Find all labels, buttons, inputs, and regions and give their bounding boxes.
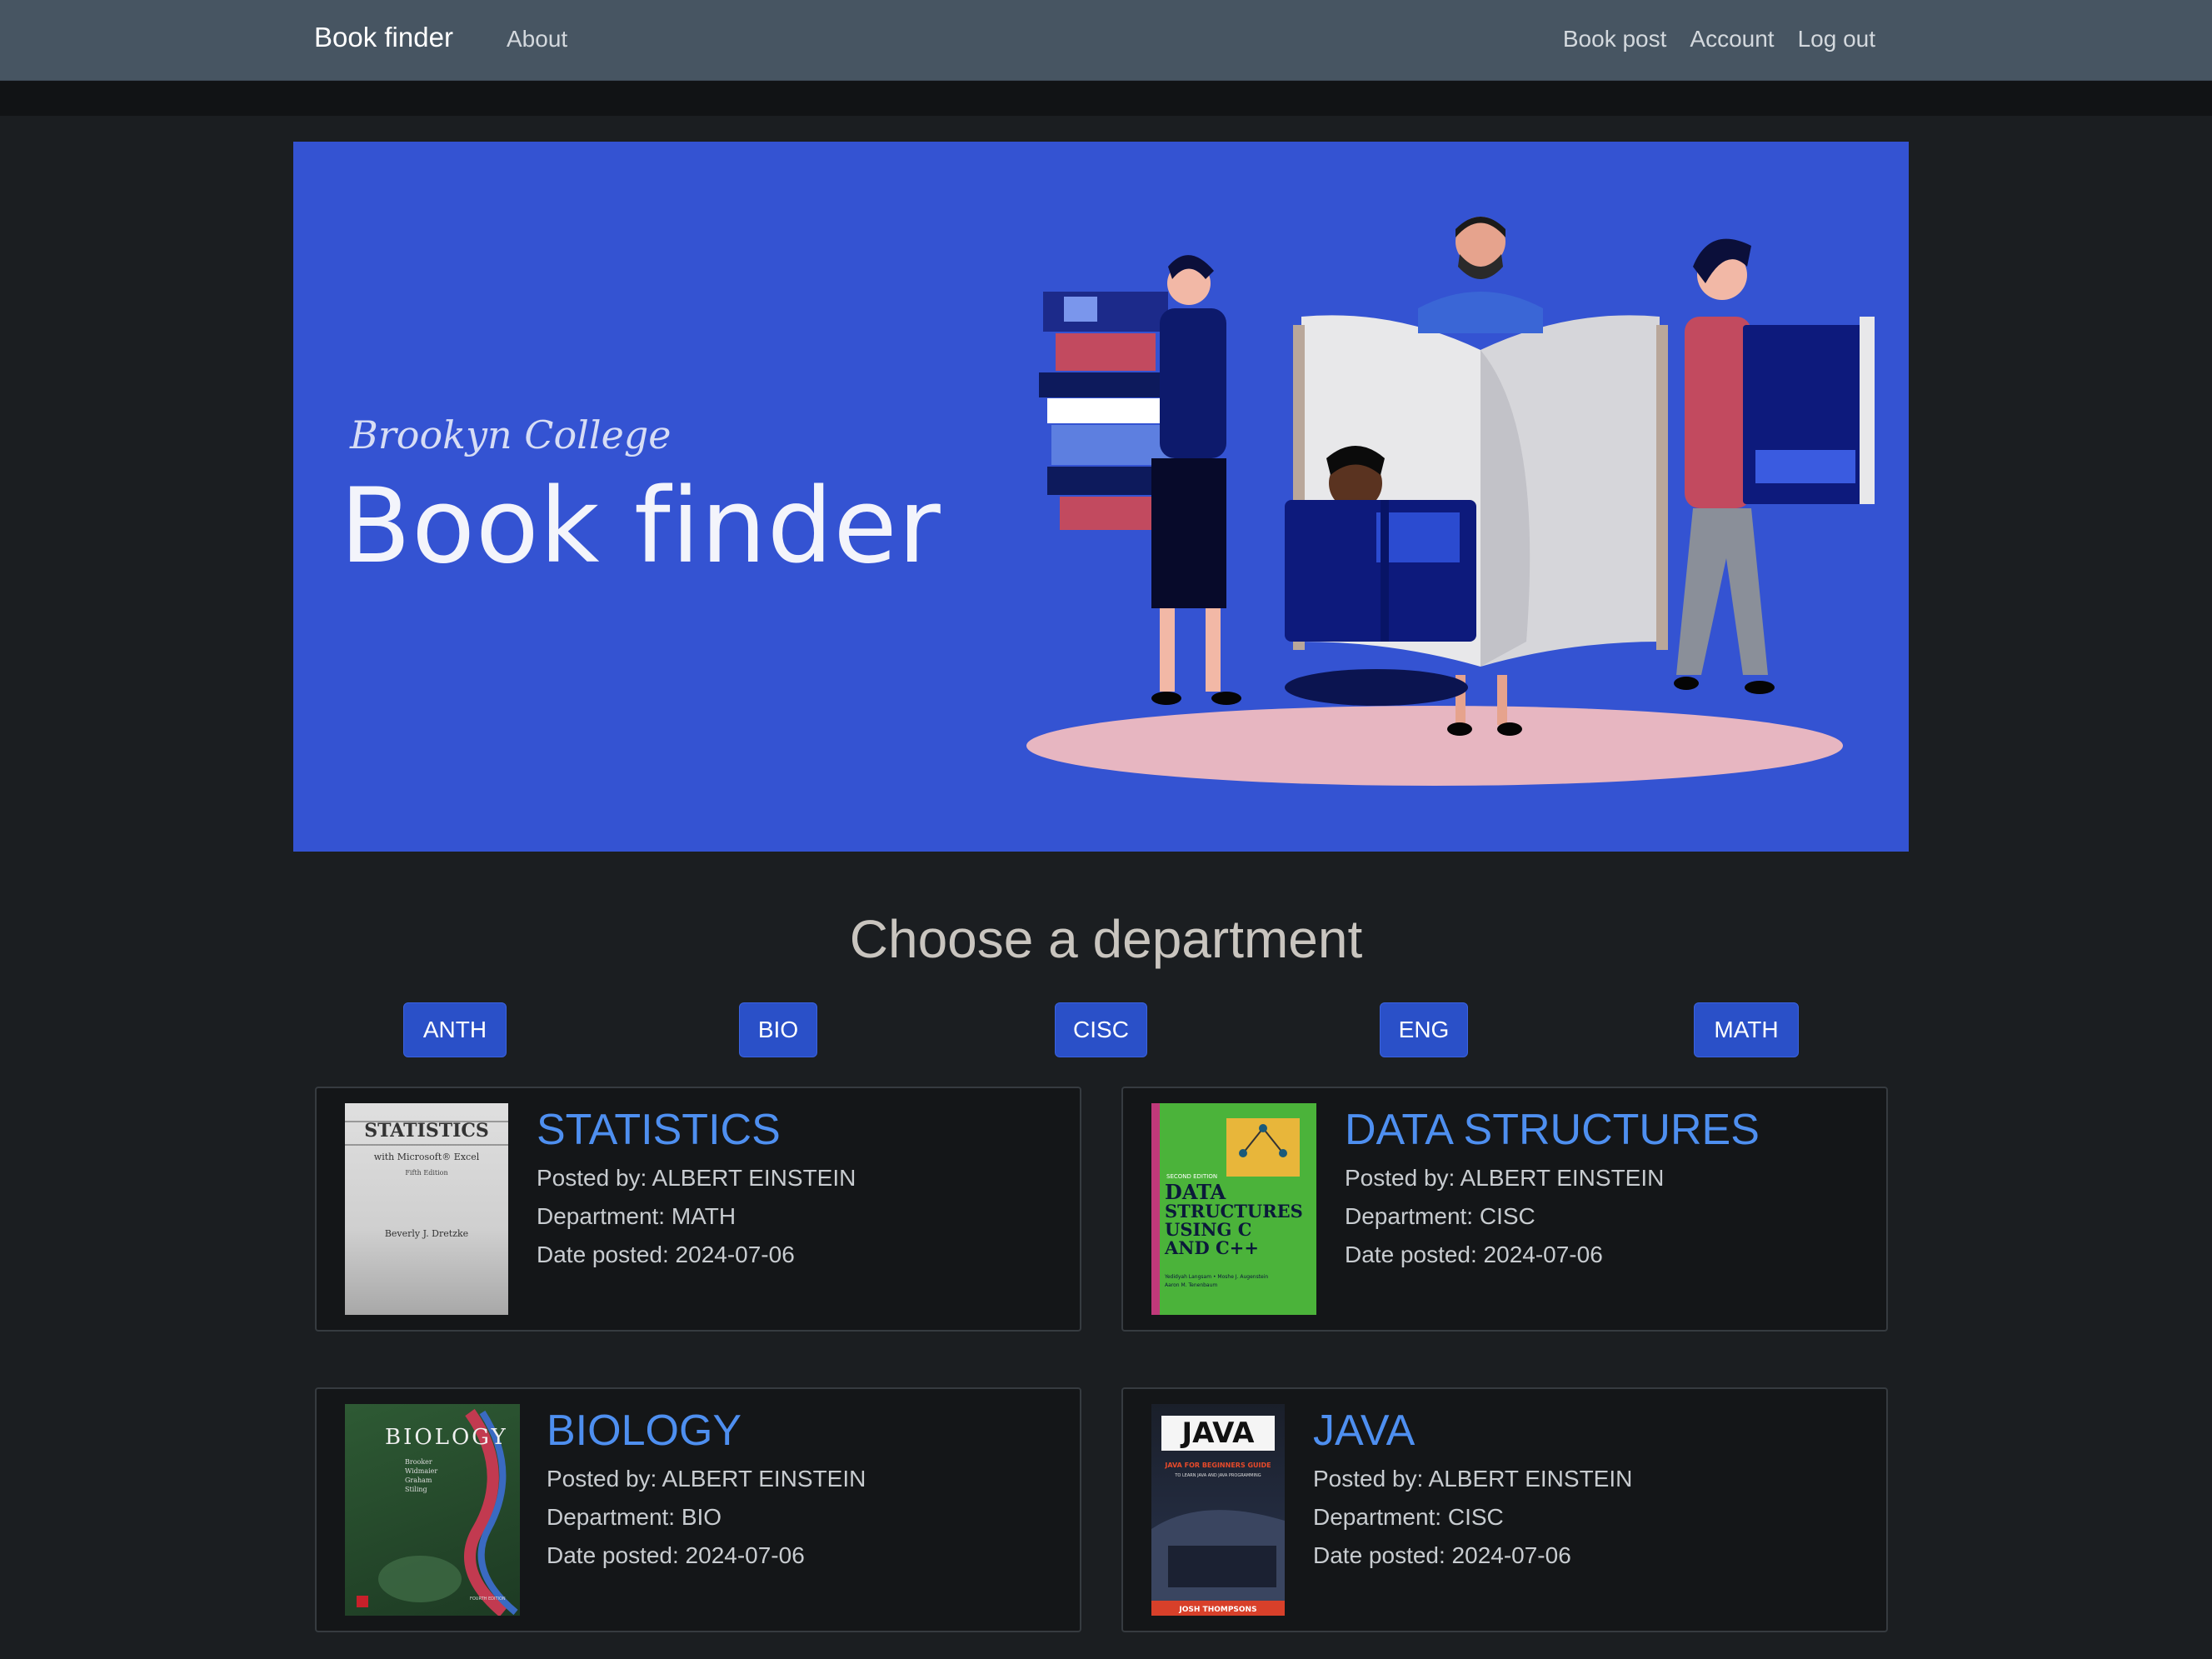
book-posted-by: Posted by: ALBERT EINSTEIN bbox=[1313, 1466, 1633, 1492]
nav-shadow-strip bbox=[0, 81, 2212, 116]
book-title-link[interactable]: STATISTICS bbox=[537, 1105, 781, 1155]
people-reading-illustration bbox=[1026, 217, 1875, 786]
svg-text:Aaron M. Tenenbaum: Aaron M. Tenenbaum bbox=[1165, 1282, 1217, 1288]
book-cover-image[interactable]: JAVA JAVA FOR BEGINNERS GUIDE TO LEARN J… bbox=[1151, 1404, 1285, 1616]
book-card: SECOND EDITION DATA STRUCTURES USING C A… bbox=[1121, 1087, 1888, 1332]
dept-button-anth[interactable]: ANTH bbox=[403, 1002, 507, 1057]
book-title-link[interactable]: BIOLOGY bbox=[547, 1406, 741, 1456]
nav-right-links: Book post Account Log out bbox=[1563, 26, 1875, 52]
book-posted-by: Posted by: ALBERT EINSTEIN bbox=[537, 1165, 856, 1191]
svg-text:SECOND EDITION: SECOND EDITION bbox=[1166, 1173, 1217, 1180]
svg-text:STATISTICS: STATISTICS bbox=[364, 1120, 489, 1142]
svg-text:Widmaier: Widmaier bbox=[405, 1467, 437, 1475]
nav-about-link[interactable]: About bbox=[507, 26, 567, 52]
book-date-posted: Date posted: 2024-07-06 bbox=[547, 1542, 805, 1568]
book-card: BIOLOGY Brooker Widmaier Graham Stiling … bbox=[315, 1387, 1081, 1632]
dept-button-bio[interactable]: BIO bbox=[739, 1002, 817, 1057]
book-date-posted: Date posted: 2024-07-06 bbox=[1313, 1542, 1571, 1568]
book-date-posted: Date posted: 2024-07-06 bbox=[1345, 1242, 1603, 1267]
book-posted-by: Posted by: ALBERT EINSTEIN bbox=[1345, 1165, 1665, 1191]
svg-text:AND C++: AND C++ bbox=[1164, 1237, 1259, 1258]
dept-button-eng[interactable]: ENG bbox=[1380, 1002, 1468, 1057]
book-cover-image[interactable]: SECOND EDITION DATA STRUCTURES USING C A… bbox=[1151, 1103, 1316, 1315]
hero-title: Book finder bbox=[340, 467, 941, 587]
svg-text:Graham: Graham bbox=[405, 1477, 432, 1484]
book-date-posted: Date posted: 2024-07-06 bbox=[537, 1242, 795, 1267]
book-department: Department: CISC bbox=[1345, 1203, 1535, 1229]
dept-button-cisc[interactable]: CISC bbox=[1055, 1002, 1147, 1057]
book-department: Department: CISC bbox=[1313, 1504, 1504, 1530]
svg-text:Yedidyah Langsam • Moshe J. Au: Yedidyah Langsam • Moshe J. Augenstein bbox=[1164, 1274, 1268, 1280]
svg-text:Beverly J. Dretzke: Beverly J. Dretzke bbox=[385, 1228, 468, 1239]
book-posted-by: Posted by: ALBERT EINSTEIN bbox=[547, 1466, 866, 1492]
svg-text:TO LEARN JAVA AND JAVA PROGRAM: TO LEARN JAVA AND JAVA PROGRAMMING bbox=[1174, 1473, 1261, 1478]
book-title-link[interactable]: DATA STRUCTURES bbox=[1345, 1105, 1760, 1155]
svg-text:JAVA: JAVA bbox=[1181, 1417, 1256, 1450]
svg-text:Fifth Edition: Fifth Edition bbox=[405, 1169, 447, 1177]
navbar: Book finder About Book post Account Log … bbox=[0, 0, 2212, 82]
hero-subtitle: Brookyn College bbox=[350, 412, 672, 457]
hero-banner: Brookyn College Book finder bbox=[293, 142, 1909, 852]
book-department: Department: MATH bbox=[537, 1203, 737, 1229]
dept-button-math[interactable]: MATH bbox=[1694, 1002, 1799, 1057]
nav-logout-link[interactable]: Log out bbox=[1798, 26, 1875, 52]
nav-book-post-link[interactable]: Book post bbox=[1563, 26, 1667, 52]
svg-text:Stiling: Stiling bbox=[405, 1486, 427, 1493]
svg-text:FOURTH EDITION: FOURTH EDITION bbox=[470, 1597, 506, 1602]
nav-account-link[interactable]: Account bbox=[1690, 26, 1774, 52]
book-cover-image[interactable]: STATISTICS with Microsoft® Excel Fifth E… bbox=[345, 1103, 508, 1315]
svg-text:BIOLOGY: BIOLOGY bbox=[385, 1425, 508, 1450]
svg-text:JAVA FOR BEGINNERS GUIDE: JAVA FOR BEGINNERS GUIDE bbox=[1164, 1462, 1271, 1469]
book-cover-image[interactable]: BIOLOGY Brooker Widmaier Graham Stiling … bbox=[345, 1404, 520, 1616]
svg-text:with Microsoft® Excel: with Microsoft® Excel bbox=[374, 1152, 480, 1162]
brand-link[interactable]: Book finder bbox=[314, 22, 453, 53]
book-title-link[interactable]: JAVA bbox=[1313, 1406, 1415, 1456]
svg-text:Brooker: Brooker bbox=[405, 1458, 432, 1466]
book-card: JAVA JAVA FOR BEGINNERS GUIDE TO LEARN J… bbox=[1121, 1387, 1888, 1632]
svg-text:JOSH THOMPSONS: JOSH THOMPSONS bbox=[1178, 1606, 1256, 1614]
department-heading: Choose a department bbox=[849, 909, 1363, 969]
book-card: STATISTICS with Microsoft® Excel Fifth E… bbox=[315, 1087, 1081, 1332]
book-department: Department: BIO bbox=[547, 1504, 722, 1530]
